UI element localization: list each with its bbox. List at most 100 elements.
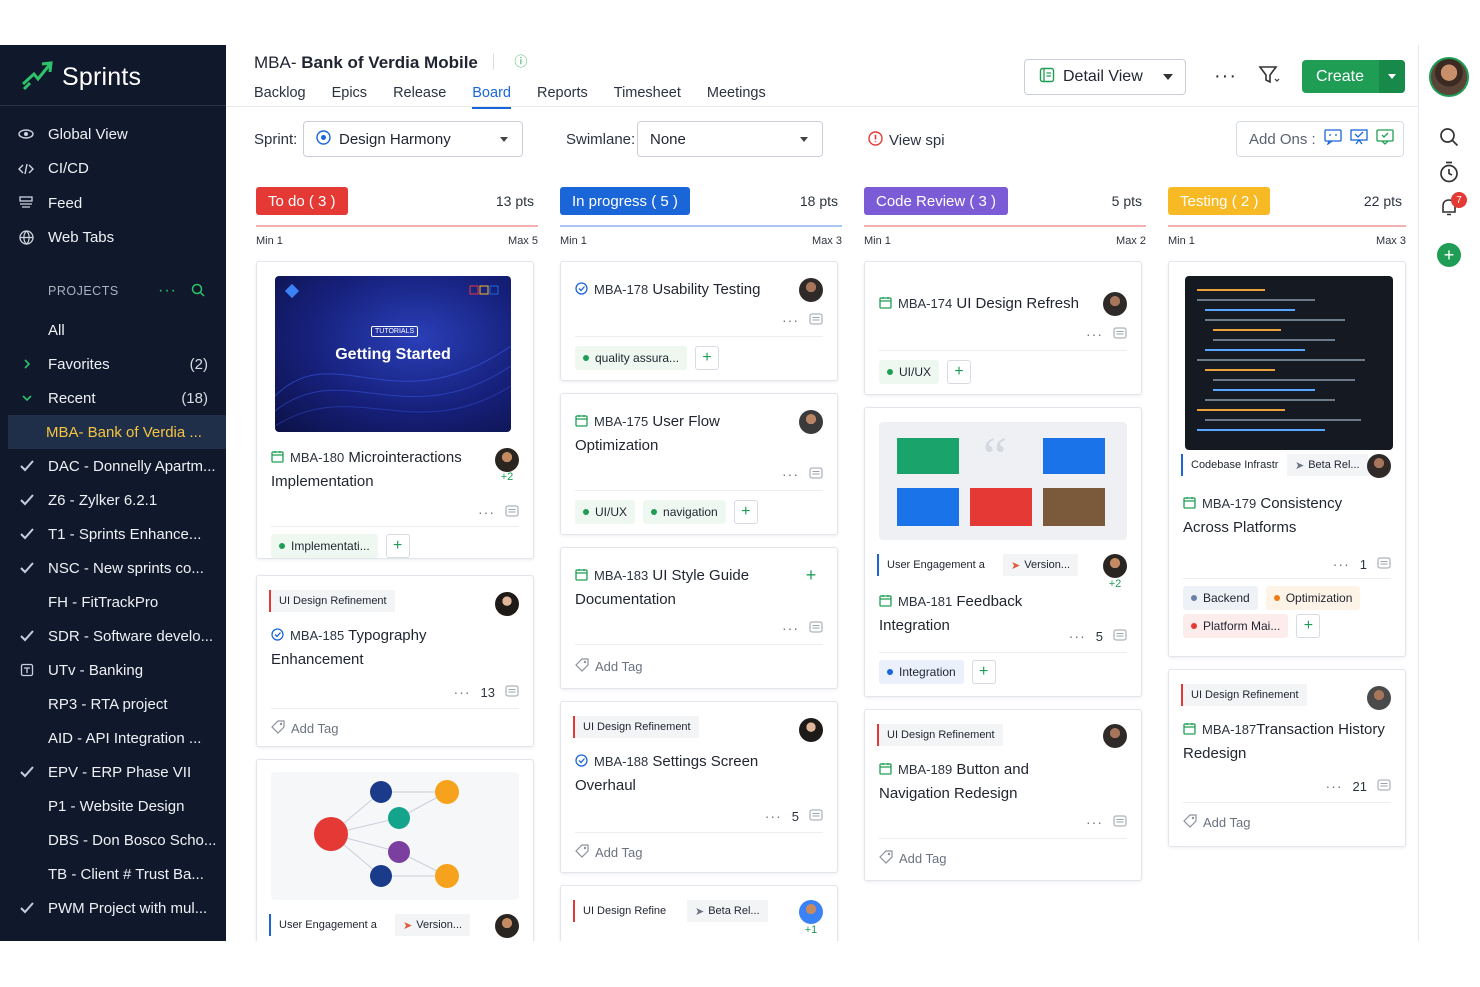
project-item[interactable]: TB - Client # Trust Ba... [0,857,226,891]
task-card[interactable]: UI Design Refinement MBA-189 Button and … [864,709,1142,881]
more-icon[interactable]: ··· [1326,778,1343,794]
nav-feed[interactable]: Feed [0,186,226,221]
project-item[interactable]: RP3 - RTA project [0,687,226,721]
search-icon[interactable] [1439,127,1459,152]
add-tag-button[interactable]: + [947,360,972,384]
project-item[interactable]: PWM Project with mul... [0,891,226,925]
project-item[interactable]: MBA- Bank of Verdia ... [8,415,226,449]
task-card[interactable]: UI Design Refinement MBA-185 Typography … [256,575,534,747]
tag[interactable]: Backend [1183,586,1258,610]
tag[interactable]: Implementati... [271,534,378,558]
tab-meetings[interactable]: Meetings [707,85,766,101]
epic-chip[interactable]: UI Design Refinement [269,590,395,612]
chevron-right-icon[interactable] [18,358,36,370]
nav-global-view[interactable]: Global View [0,117,226,152]
add-tag-button[interactable]: + [971,660,996,684]
task-card[interactable]: MBA-174 UI Design Refresh ··· UI/UX + [864,261,1142,395]
project-item[interactable]: AID - API Integration ... [0,721,226,755]
add-tag-button[interactable]: + [1296,614,1321,638]
project-item[interactable]: Favorites (2) [0,347,226,381]
comment-icon[interactable] [1377,779,1391,794]
task-card[interactable]: UI Design Refinement MBA-188 Settings Sc… [560,701,838,873]
project-item[interactable]: SDR - Software develo... [0,619,226,653]
assignee-avatar[interactable] [495,448,519,472]
add-tag-link[interactable]: Add Tag [1183,814,1250,831]
view-spi-link[interactable]: View spi [868,131,945,150]
more-icon[interactable]: ··· [782,620,799,636]
more-icon[interactable]: ··· [158,282,177,300]
assignee-avatar[interactable] [495,592,519,616]
user-avatar[interactable] [1429,57,1469,97]
epic-chip[interactable]: User Engagement a [877,554,993,576]
tab-epics[interactable]: Epics [332,85,367,101]
tag[interactable]: UI/UX [575,500,636,524]
chat-addon-icon[interactable] [1324,129,1342,149]
epic-chip[interactable]: UI Design Refine [573,900,675,922]
task-card[interactable]: Codebase Infrastr ➤ Beta Rel... MBA-179 C… [1168,261,1406,657]
add-icon[interactable]: + [1437,243,1461,267]
comment-icon[interactable] [809,621,823,636]
more-icon[interactable]: ··· [1086,326,1103,342]
release-chip[interactable]: ➤ Beta Rel... [1287,454,1368,476]
more-assignees[interactable]: +2 [495,471,519,483]
comment-icon[interactable] [505,505,519,520]
more-options-icon[interactable]: ··· [1214,65,1237,88]
tab-release[interactable]: Release [393,85,446,101]
project-item[interactable]: EPV - ERP Phase VII [0,755,226,789]
sprint-select[interactable]: Design Harmony [303,121,523,157]
comment-icon[interactable] [809,467,823,482]
swimlane-select[interactable]: None [637,121,823,157]
nav-web-tabs[interactable]: Web Tabs [0,221,226,256]
task-card[interactable]: “ User Engagement a ➤ Version... +2 MBA-1… [864,407,1142,697]
epic-chip[interactable]: User Engagement a [269,914,385,936]
tag[interactable]: Optimization [1265,586,1361,610]
column-title[interactable]: To do ( 3 ) [256,187,348,215]
more-icon[interactable]: ··· [478,504,495,520]
assignee-avatar[interactable] [799,718,823,742]
tab-board[interactable]: Board [472,85,511,109]
assignee-avatar[interactable] [1103,554,1127,578]
more-icon[interactable]: ··· [782,466,799,482]
assignee-avatar[interactable] [799,278,823,302]
chevron-down-icon[interactable] [18,393,36,403]
project-item[interactable]: T1 - Sprints Enhance... [0,517,226,551]
release-chip[interactable]: ➤ Version... [395,914,471,936]
project-item[interactable]: Recent (18) [0,381,226,415]
assignee-avatar[interactable] [1367,454,1391,478]
task-card[interactable]: MBA-183 UI Style Guide Documentation + ·… [560,547,838,689]
task-card[interactable]: TUTORIALS Getting Started MBA-180 Microi… [256,261,534,559]
comment-icon[interactable] [809,313,823,328]
more-icon[interactable]: ··· [765,808,782,824]
project-item[interactable]: Z6 - Zylker 6.2.1 [0,483,226,517]
more-icon[interactable]: ··· [782,312,799,328]
task-card[interactable]: User Engagement a ➤ Version... [256,759,534,941]
epic-chip[interactable]: UI Design Refinement [1181,684,1307,706]
comment-icon[interactable] [1113,327,1127,342]
tag[interactable]: Platform Mai... [1183,614,1289,638]
tag[interactable]: UI/UX [879,360,940,384]
release-chip[interactable]: ➤ Beta Rel... [687,900,768,922]
assignee-avatar[interactable] [799,410,823,434]
project-item[interactable]: P1 - Website Design [0,789,226,823]
create-button[interactable]: Create [1302,60,1405,93]
assignee-avatar[interactable] [1103,292,1127,316]
task-card[interactable]: UI Design Refinement MBA-187Transaction … [1168,669,1406,847]
comment-icon[interactable] [1113,629,1127,644]
more-icon[interactable]: ··· [454,684,471,700]
add-tag-link[interactable]: Add Tag [271,720,338,737]
add-tag-button[interactable]: + [385,534,410,558]
view-select[interactable]: Detail View [1024,59,1186,95]
more-assignees[interactable]: +2 [1103,578,1127,590]
release-chip[interactable]: ➤ Version... [1003,554,1079,576]
task-card[interactable]: MBA-178 Usability Testing ··· quality as… [560,261,838,381]
project-item[interactable]: DBS - Don Bosco Scho... [0,823,226,857]
project-item[interactable]: DAC - Donnelly Apartm... [0,449,226,483]
info-icon[interactable]: ⓘ [514,51,527,70]
assignee-avatar[interactable] [1103,724,1127,748]
brand[interactable]: Sprints [20,57,141,97]
comment-icon[interactable] [809,809,823,824]
column-title[interactable]: In progress ( 5 ) [560,187,690,215]
task-card[interactable]: UI Design Refine ➤ Beta Rel... +1 [560,885,838,941]
more-assignees[interactable]: +1 [799,924,823,936]
epic-chip[interactable]: UI Design Refinement [877,724,1003,746]
